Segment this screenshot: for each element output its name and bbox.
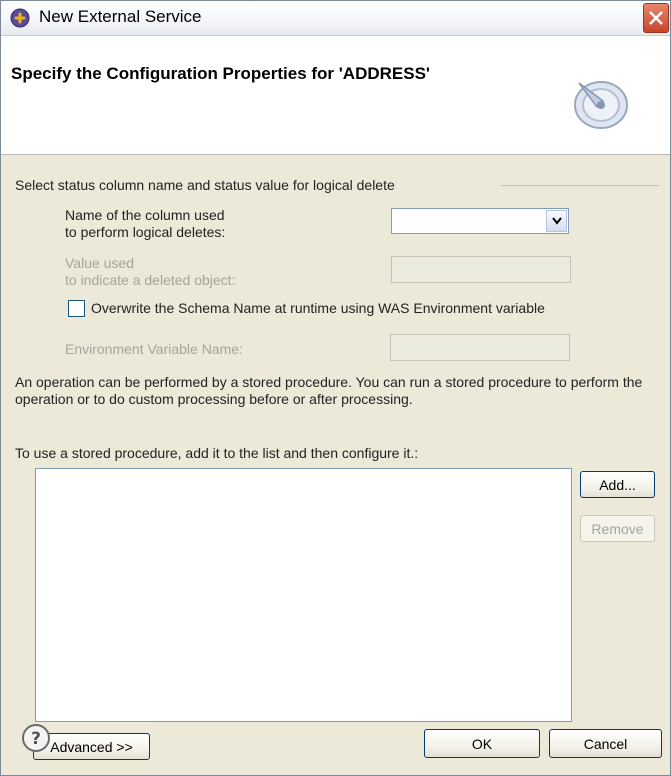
column-name-dropdown[interactable] xyxy=(391,208,569,234)
group-divider xyxy=(501,185,659,186)
stored-procedure-list[interactable] xyxy=(35,468,572,722)
page-title: Specify the Configuration Properties for… xyxy=(11,64,430,83)
env-variable-label: Environment Variable Name: xyxy=(65,341,243,357)
svg-text:?: ? xyxy=(31,729,41,749)
deleted-value-label-line1: Value used xyxy=(65,255,135,271)
wizard-banner: Specify the Configuration Properties for… xyxy=(1,36,670,155)
help-icon[interactable]: ? xyxy=(21,723,51,753)
ok-button[interactable]: OK xyxy=(424,729,540,758)
window-title: New External Service xyxy=(39,7,202,26)
deleted-value-field[interactable] xyxy=(391,256,571,283)
wizard-dial-icon xyxy=(569,77,629,129)
env-variable-field[interactable] xyxy=(390,334,570,361)
logical-delete-group-label: Select status column name and status val… xyxy=(15,177,395,193)
dropdown-arrow-button[interactable] xyxy=(546,210,567,232)
plug-icon xyxy=(10,8,30,28)
overwrite-schema-checkbox[interactable] xyxy=(68,300,85,317)
chevron-down-icon xyxy=(552,217,562,225)
cancel-button[interactable]: Cancel xyxy=(549,729,662,758)
add-button[interactable]: Add... xyxy=(580,471,655,498)
column-name-label-line1: Name of the column used xyxy=(65,207,225,223)
deleted-value-label-line2: to indicate a deleted object: xyxy=(65,272,236,288)
close-icon xyxy=(649,11,663,25)
overwrite-schema-label[interactable]: Overwrite the Schema Name at runtime usi… xyxy=(91,300,545,316)
close-button[interactable] xyxy=(643,3,669,33)
title-bar: New External Service xyxy=(1,1,670,36)
column-name-label-line2: to perform logical deletes: xyxy=(65,224,226,240)
stored-procedure-description: An operation can be performed by a store… xyxy=(15,374,643,407)
dialog-window: New External Service Specify the Configu… xyxy=(0,0,671,776)
column-name-label: Name of the column used to perform logic… xyxy=(65,207,225,241)
remove-button[interactable]: Remove xyxy=(580,515,655,542)
stored-procedure-prompt: To use a stored procedure, add it to the… xyxy=(15,445,419,461)
deleted-value-label: Value used to indicate a deleted object: xyxy=(65,255,235,289)
